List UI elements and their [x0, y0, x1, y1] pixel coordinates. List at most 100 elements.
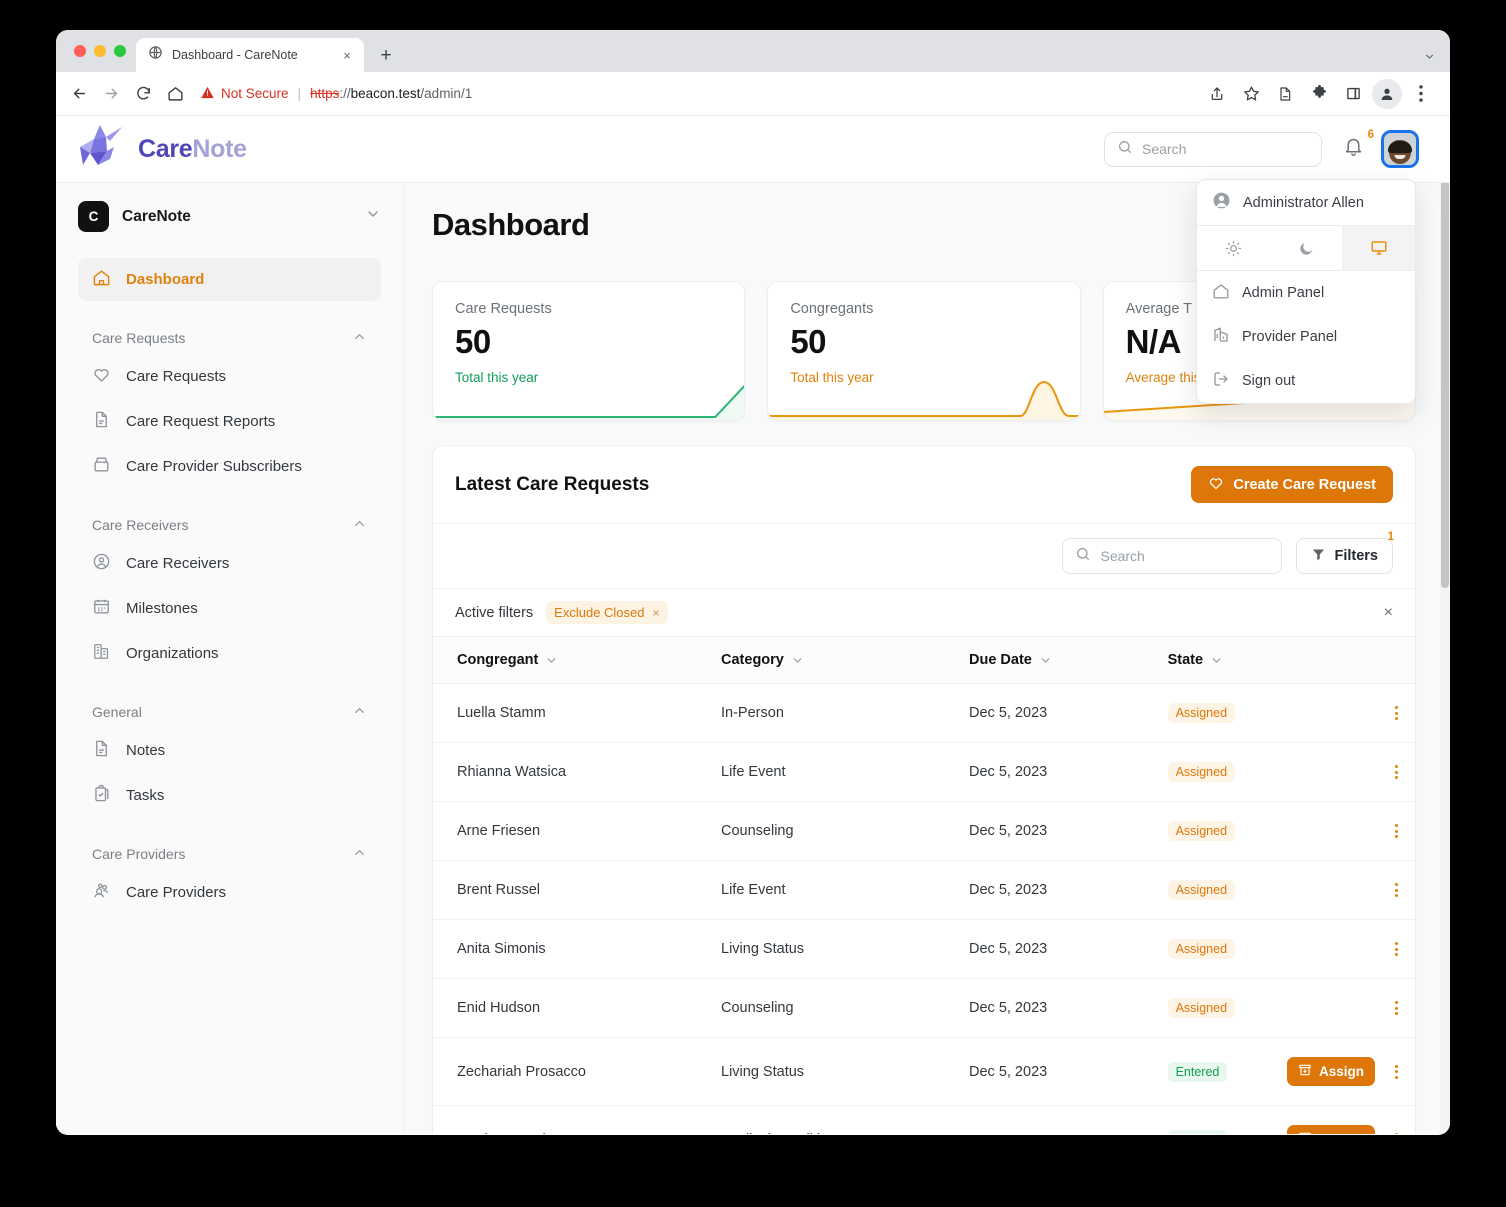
- sidebar-item-dashboard[interactable]: Dashboard: [78, 258, 381, 301]
- chevron-up-icon[interactable]: [352, 516, 367, 534]
- reading-list-icon[interactable]: [1270, 79, 1300, 109]
- org-name: CareNote: [122, 207, 191, 225]
- browser-tab[interactable]: Dashboard - CareNote ×: [136, 38, 364, 72]
- share-icon[interactable]: [1202, 79, 1232, 109]
- row-menu-button[interactable]: [1389, 1132, 1403, 1134]
- row-menu-button[interactable]: [1389, 1001, 1403, 1015]
- panel-title: Latest Care Requests: [455, 473, 650, 495]
- active-filter-chip[interactable]: Exclude Closed ×: [546, 601, 668, 624]
- table-row[interactable]: Brent Russel Life Event Dec 5, 2023 Assigne…: [433, 860, 1415, 920]
- sidebar-item-organizations[interactable]: Organizations: [78, 632, 381, 675]
- sidebar-item-care-receivers[interactable]: Care Receivers: [78, 542, 381, 585]
- clear-all-filters-icon[interactable]: ×: [1384, 604, 1393, 622]
- sidebar-group-care-receivers[interactable]: Care Receivers: [78, 516, 381, 534]
- table-row[interactable]: Luella Stamm In-Person Dec 5, 2023 Assigned: [433, 683, 1415, 743]
- row-menu-button[interactable]: [1389, 942, 1403, 956]
- row-menu-button[interactable]: [1389, 1064, 1403, 1079]
- theme-light-button[interactable]: [1197, 226, 1270, 270]
- chevron-up-icon[interactable]: [352, 703, 367, 721]
- close-window-button[interactable]: [74, 45, 86, 57]
- table-row[interactable]: Anita Simonis Living Status Dec 5, 2023 Ass…: [433, 919, 1415, 979]
- chevron-down-icon[interactable]: [1423, 50, 1436, 66]
- row-menu-button[interactable]: [1389, 706, 1403, 720]
- dropdown-user-row[interactable]: Administrator Allen: [1197, 180, 1415, 225]
- sidebar-item-notes[interactable]: Notes: [78, 729, 381, 772]
- column-header-due-date[interactable]: Due Date: [969, 637, 1168, 684]
- user-avatar[interactable]: [1381, 130, 1419, 168]
- cell-actions: [1286, 919, 1415, 979]
- chip-remove-icon[interactable]: ×: [653, 606, 660, 620]
- assign-button[interactable]: Assign: [1286, 1057, 1375, 1086]
- profile-avatar-icon[interactable]: [1372, 78, 1402, 109]
- cell-due-date: Dec 5, 2023: [969, 801, 1168, 861]
- extensions-puzzle-icon[interactable]: [1304, 79, 1334, 109]
- table-search-input[interactable]: Search: [1062, 538, 1283, 574]
- cell-category: Counseling: [721, 801, 969, 861]
- sidebar-item-care-provider-subscribers[interactable]: Care Provider Subscribers: [78, 445, 381, 488]
- sidebar-item-care-requests[interactable]: Care Requests: [78, 355, 381, 398]
- sidebar-item-milestones[interactable]: Milestones: [78, 587, 381, 630]
- sidebar-group-care-requests[interactable]: Care Requests: [78, 329, 381, 347]
- bookmark-star-icon[interactable]: [1236, 79, 1266, 109]
- dropdown-item-sign-out[interactable]: Sign out: [1197, 359, 1415, 403]
- row-menu-button[interactable]: [1389, 765, 1403, 779]
- forward-button[interactable]: [96, 79, 126, 109]
- table-row[interactable]: Zechariah Prosacco Living Status Dec 5, 20…: [433, 1037, 1415, 1106]
- maximize-window-button[interactable]: [114, 45, 126, 57]
- more-menu-icon[interactable]: [1406, 79, 1436, 109]
- theme-system-button[interactable]: [1342, 226, 1415, 270]
- url-path: /admin/1: [420, 86, 473, 101]
- group-label: Care Receivers: [92, 517, 189, 533]
- column-header-state[interactable]: State: [1167, 637, 1287, 684]
- new-tab-button[interactable]: +: [372, 41, 400, 69]
- sidebar-group-general[interactable]: General: [78, 703, 381, 721]
- filters-button[interactable]: Filters 1: [1296, 531, 1394, 574]
- column-header-congregant[interactable]: Congregant: [433, 637, 722, 684]
- stat-card-congregants: Congregants 50 Total this year: [767, 281, 1081, 421]
- table-row[interactable]: Enid Hudson Counseling Dec 5, 2023 Assigned: [433, 978, 1415, 1038]
- theme-dark-button[interactable]: [1270, 226, 1343, 270]
- dropdown-item-provider-panel[interactable]: Provider Panel: [1197, 315, 1415, 359]
- home-button[interactable]: [160, 79, 190, 109]
- care-requests-table: Congregant Category Due Date State Luell…: [433, 637, 1415, 1134]
- scrollbar-thumb[interactable]: [1441, 118, 1449, 588]
- org-switcher[interactable]: C CareNote: [78, 201, 381, 232]
- not-secure-indicator[interactable]: Not Secure: [200, 85, 289, 103]
- chevron-up-icon[interactable]: [352, 329, 367, 347]
- sidebar-group-care-providers[interactable]: Care Providers: [78, 845, 381, 863]
- column-header-category[interactable]: Category: [721, 637, 969, 684]
- dropdown-item-label: Admin Panel: [1242, 285, 1325, 301]
- close-icon[interactable]: ×: [338, 46, 356, 64]
- row-menu-button[interactable]: [1389, 883, 1403, 897]
- carenote-logo[interactable]: CareNote: [74, 123, 247, 176]
- sidebar-item-care-providers[interactable]: Care Providers: [78, 871, 381, 914]
- side-panel-icon[interactable]: [1338, 79, 1368, 109]
- page-scrollbar[interactable]: [1440, 116, 1450, 1134]
- dropdown-item-admin-panel[interactable]: Admin Panel: [1197, 271, 1415, 315]
- table-row[interactable]: Rhianna Watsica Life Event Dec 5, 2023 Assi…: [433, 742, 1415, 802]
- bell-icon: [1343, 136, 1364, 162]
- minimize-window-button[interactable]: [94, 45, 106, 57]
- assign-button[interactable]: Assign: [1286, 1125, 1375, 1134]
- chevron-down-icon[interactable]: [365, 206, 381, 227]
- create-care-request-button[interactable]: Create Care Request: [1191, 466, 1393, 503]
- global-search-input[interactable]: Search: [1104, 131, 1322, 167]
- cell-state: Entered: [1167, 1105, 1287, 1134]
- heart-icon: [92, 365, 111, 388]
- sidebar-item-tasks[interactable]: Tasks: [78, 774, 381, 817]
- chevron-up-icon[interactable]: [352, 845, 367, 863]
- table-body: Luella Stamm In-Person Dec 5, 2023 Assigned…: [433, 683, 1415, 1134]
- row-menu-button[interactable]: [1389, 824, 1403, 838]
- active-filters-bar: Active filters Exclude Closed × ×: [433, 589, 1415, 637]
- reload-button[interactable]: [128, 79, 158, 109]
- cell-congregant: Enid Hudson: [433, 978, 722, 1038]
- table-row[interactable]: Arne Friesen Counseling Dec 5, 2023 Assigne…: [433, 801, 1415, 861]
- column-label: Category: [721, 652, 784, 668]
- back-button[interactable]: [64, 79, 94, 109]
- address-bar[interactable]: Not Secure | https://beacon.test/admin/1: [200, 79, 1200, 109]
- table-row[interactable]: Braden DouglasMedical ConditionDec 5, 20…: [433, 1105, 1415, 1134]
- cell-congregant: Arne Friesen: [433, 801, 722, 861]
- sidebar-item-care-request-reports[interactable]: Care Request Reports: [78, 400, 381, 443]
- chevron-down-icon: [1041, 657, 1050, 663]
- notifications-button[interactable]: 6: [1340, 129, 1374, 162]
